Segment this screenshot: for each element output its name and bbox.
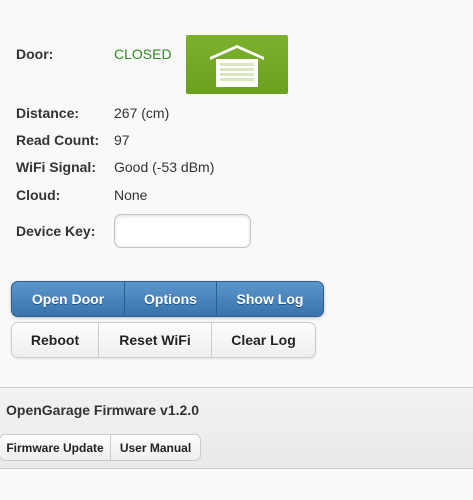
door-status: CLOSED — [114, 46, 172, 62]
primary-button-group: Open Door Options Show Log — [11, 281, 324, 317]
read-count-label: Read Count: — [16, 132, 100, 148]
wifi-signal-value: Good (-53 dBm) — [114, 159, 215, 175]
distance-value: 267 (cm) — [114, 105, 170, 121]
user-manual-button[interactable]: User Manual — [111, 435, 200, 460]
secondary-button-group: Reboot Reset WiFi Clear Log — [11, 322, 316, 358]
device-key-label: Device Key: — [16, 223, 96, 239]
firmware-version-title: OpenGarage Firmware v1.2.0 — [6, 402, 199, 418]
cloud-value: None — [114, 187, 148, 203]
show-log-button[interactable]: Show Log — [217, 282, 323, 316]
wifi-signal-label: WiFi Signal: — [16, 159, 96, 175]
reboot-button[interactable]: Reboot — [12, 323, 99, 357]
reset-wifi-button[interactable]: Reset WiFi — [99, 323, 212, 357]
device-key-input[interactable] — [114, 214, 251, 248]
garage-door-closed-icon — [186, 35, 288, 94]
cloud-label: Cloud: — [16, 187, 61, 203]
open-door-button[interactable]: Open Door — [12, 282, 125, 316]
read-count-value: 97 — [114, 132, 130, 148]
footer-link-group: Firmware Update User Manual — [0, 434, 201, 461]
distance-label: Distance: — [16, 105, 80, 121]
options-button[interactable]: Options — [125, 282, 217, 316]
bottom-spacer — [0, 469, 473, 500]
clear-log-button[interactable]: Clear Log — [212, 323, 315, 357]
footer: OpenGarage Firmware v1.2.0 Firmware Upda… — [0, 387, 473, 469]
firmware-update-button[interactable]: Firmware Update — [0, 435, 111, 460]
main-content: Door: CLOSED Distance: 267 (cm) Read Cou… — [0, 0, 473, 387]
door-label: Door: — [16, 46, 54, 62]
